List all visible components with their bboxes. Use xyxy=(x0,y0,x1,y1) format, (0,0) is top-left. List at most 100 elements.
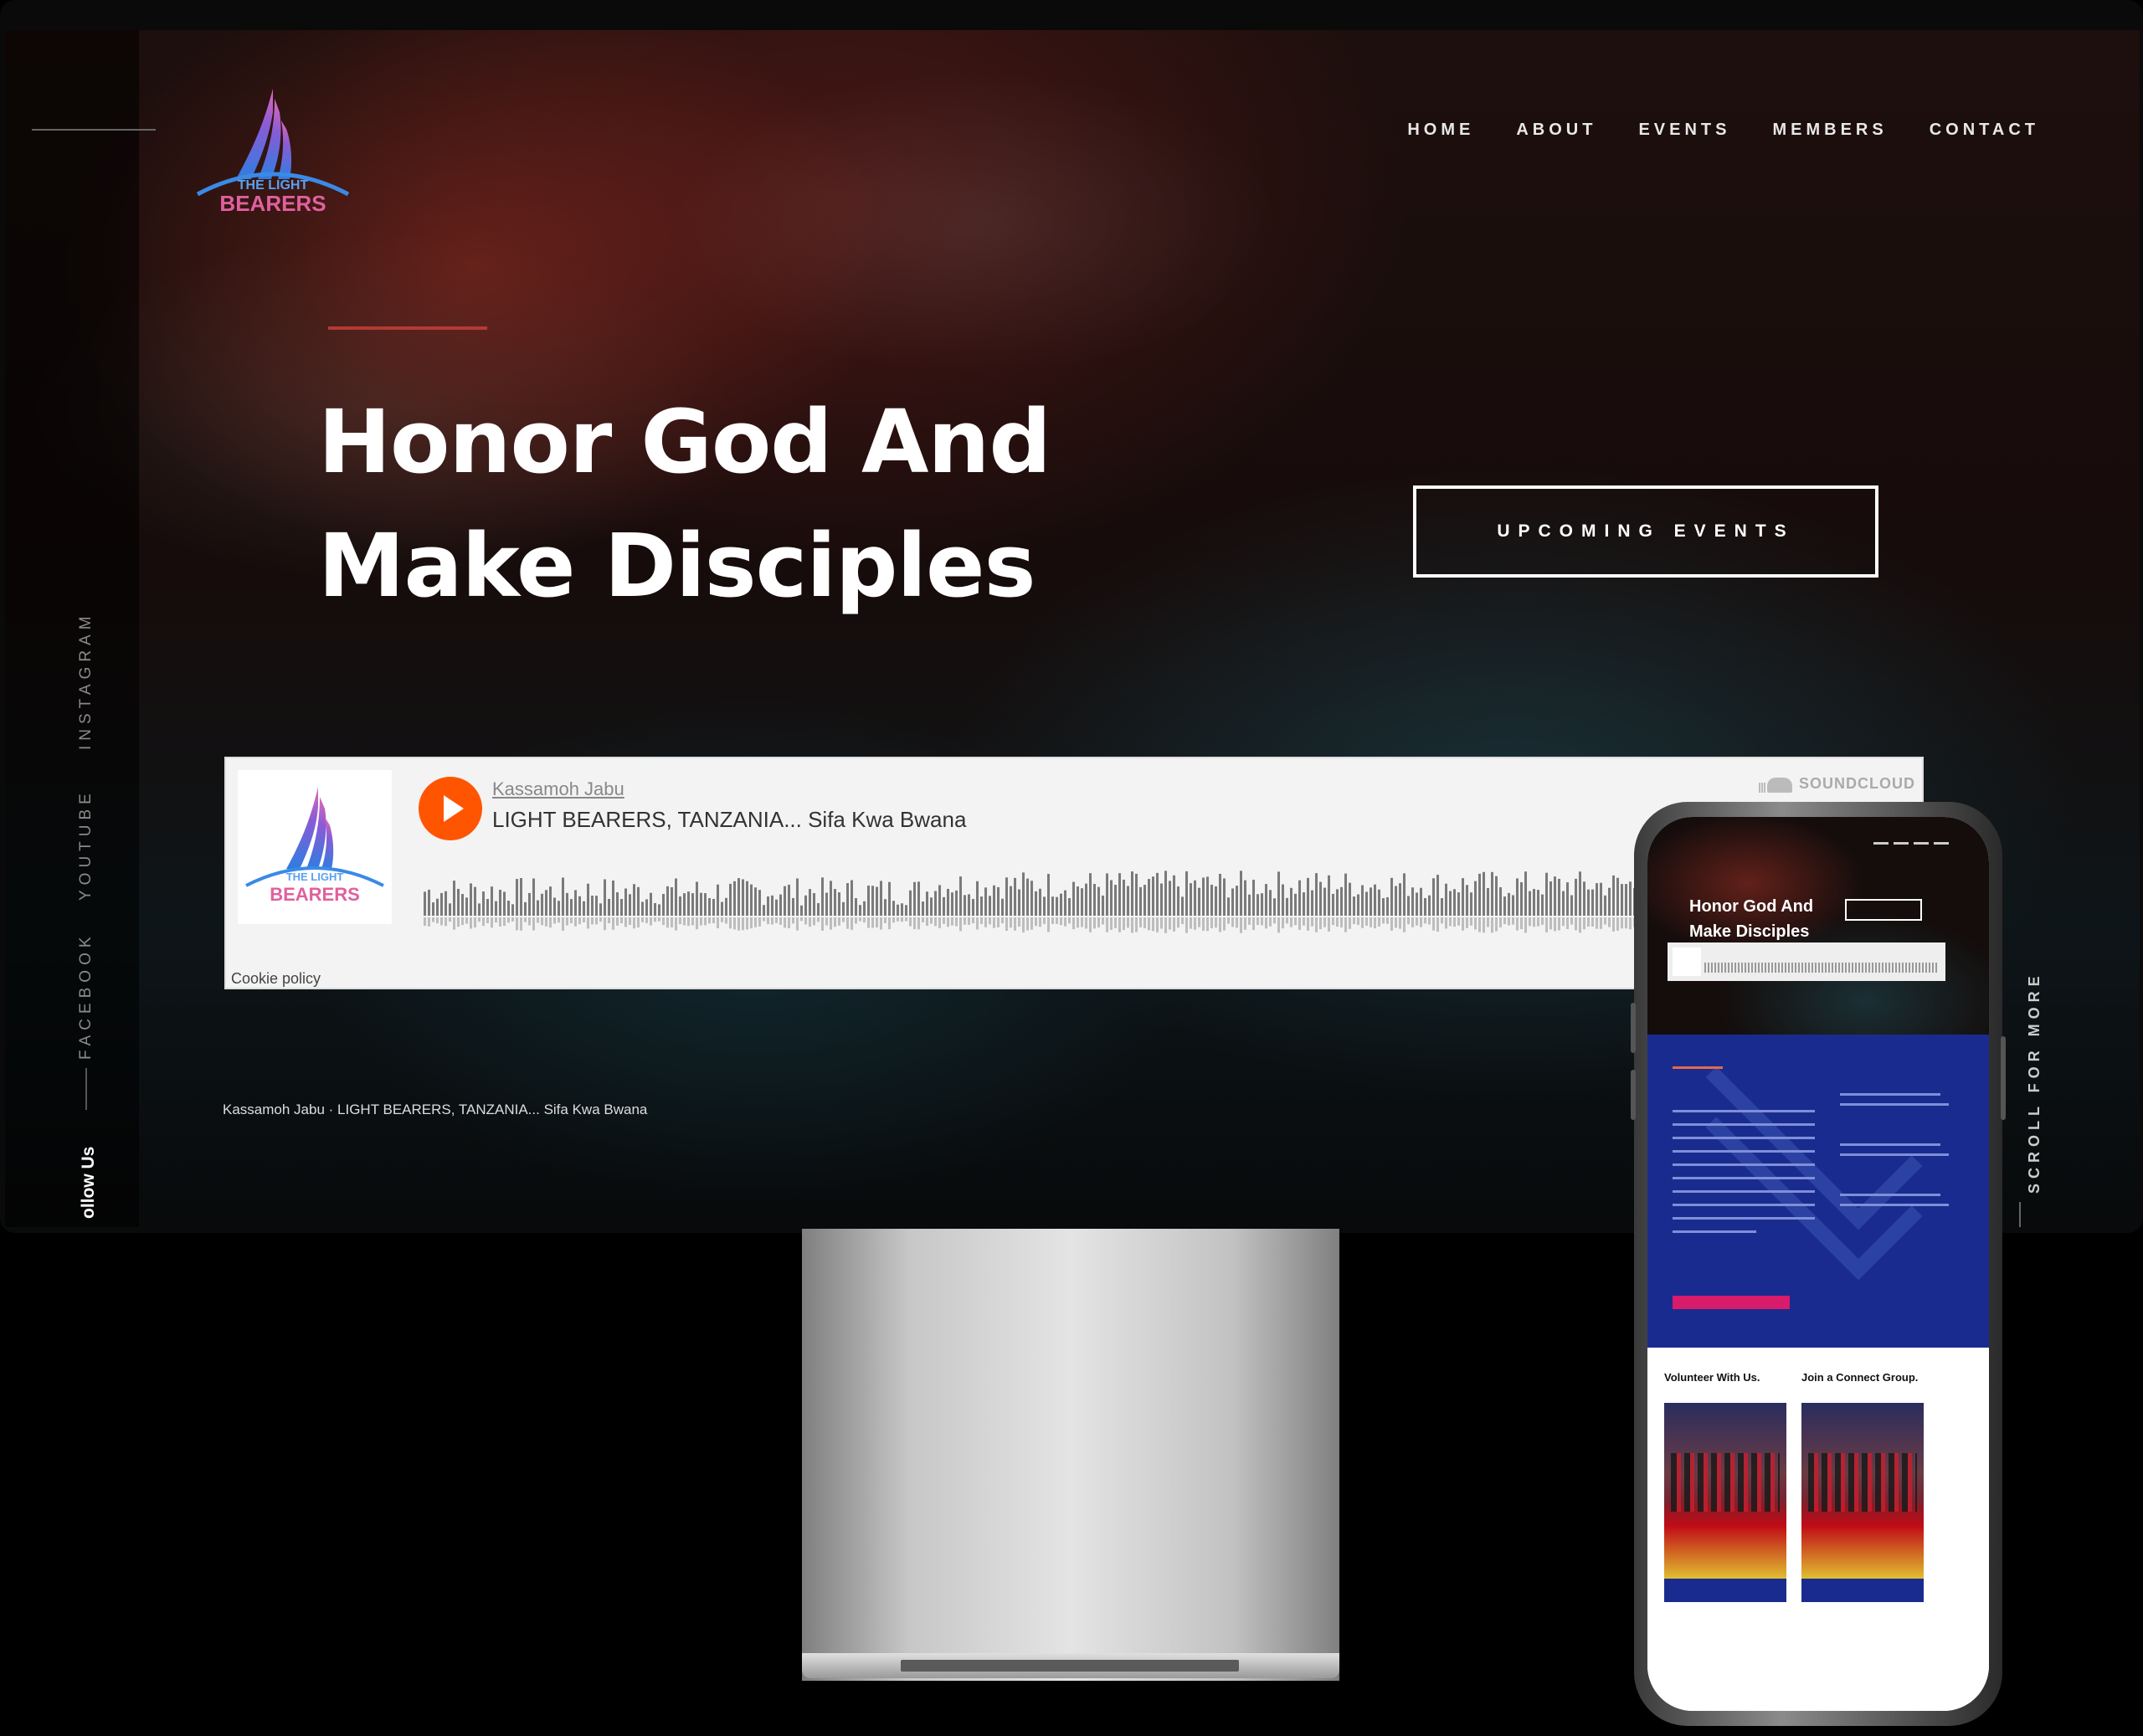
waveform-reflection xyxy=(1549,917,1552,930)
waveform-bar xyxy=(712,898,715,916)
waveform-bar xyxy=(859,905,861,916)
waveform-bar xyxy=(1010,886,1012,916)
play-button[interactable] xyxy=(419,777,482,840)
waveform-reflection xyxy=(1608,917,1611,927)
waveform-reflection xyxy=(1043,917,1046,924)
track-title[interactable]: LIGHT BEARERS, TANZANIA... Sifa Kwa Bwan… xyxy=(492,807,966,833)
waveform-reflection xyxy=(1077,917,1079,928)
waveform-reflection xyxy=(784,917,786,928)
waveform-bar xyxy=(558,901,560,916)
waveform-reflection xyxy=(608,917,610,924)
phone-soundcloud-player[interactable] xyxy=(1668,942,1945,981)
phone-read-more-button[interactable] xyxy=(1673,1296,1790,1309)
social-link-facebook[interactable]: FACEBOOK xyxy=(77,932,95,1060)
waveform-bar xyxy=(1370,887,1372,916)
waveform-reflection xyxy=(1173,917,1175,932)
waveform-reflection xyxy=(754,917,757,927)
phone-card-volunteer[interactable] xyxy=(1664,1403,1786,1602)
nav-about[interactable]: ABOUT xyxy=(1516,121,1596,140)
waveform-reflection xyxy=(938,917,941,928)
waveform-reflection xyxy=(1562,917,1565,927)
waveform-reflection xyxy=(1269,917,1272,927)
waveform-reflection xyxy=(980,917,983,925)
waveform-bar xyxy=(453,881,455,916)
waveform-bar xyxy=(771,895,773,916)
light-bearers-logo[interactable]: THE LIGHT BEARERS xyxy=(181,87,365,221)
nav-contact[interactable]: CONTACT xyxy=(1930,121,2039,140)
track-caption: Kassamoh Jabu · LIGHT BEARERS, TANZANIA.… xyxy=(223,1102,648,1117)
waveform-reflection xyxy=(1215,917,1217,928)
waveform-reflection xyxy=(859,917,861,922)
waveform-bar xyxy=(671,887,673,916)
waveform-bar xyxy=(637,886,640,916)
waveform-reflection xyxy=(499,917,501,927)
waveform-bar xyxy=(892,901,895,916)
waveform-bar xyxy=(1323,887,1326,916)
waveform-bar xyxy=(1181,896,1184,916)
waveform-bar xyxy=(897,904,899,916)
waveform-bar xyxy=(566,892,568,916)
waveform-reflection xyxy=(1370,917,1372,927)
waveform-bar xyxy=(1629,881,1632,916)
waveform-reflection xyxy=(1403,917,1406,932)
nav-members[interactable]: MEMBERS xyxy=(1772,121,1887,140)
soundcloud-brand[interactable]: SOUNDCLOUD xyxy=(1759,775,1915,793)
waveform-reflection xyxy=(1081,917,1083,927)
waveform-reflection xyxy=(1223,917,1226,931)
waveform-reflection xyxy=(1294,917,1297,926)
waveform-reflection xyxy=(800,917,803,922)
waveform-bar xyxy=(1277,871,1280,916)
waveform-reflection xyxy=(641,917,644,922)
nav-home[interactable]: HOME xyxy=(1407,121,1474,140)
waveform-bar xyxy=(1558,878,1560,916)
phone-text-line xyxy=(1673,1150,1815,1153)
waveform-bar xyxy=(867,885,870,916)
waveform-bar xyxy=(851,880,853,916)
waveform-bar xyxy=(1269,890,1272,916)
track-user-link[interactable]: Kassamoh Jabu xyxy=(492,778,624,800)
scroll-for-more[interactable]: SCROLL FOR MORE xyxy=(2026,971,2043,1194)
cookie-policy-link[interactable]: Cookie policy xyxy=(231,970,321,988)
waveform-bar xyxy=(1436,875,1439,916)
waveform-reflection xyxy=(947,917,949,927)
social-link-youtube[interactable]: YOUTUBE xyxy=(77,788,95,901)
waveform-bar xyxy=(825,892,828,916)
waveform-bar xyxy=(520,878,522,916)
waveform-reflection xyxy=(1524,917,1527,933)
waveform-reflection xyxy=(1420,917,1422,927)
upcoming-events-button[interactable]: UPCOMING EVENTS xyxy=(1413,485,1878,578)
waveform-bar xyxy=(1039,888,1041,916)
nav-events[interactable]: EVENTS xyxy=(1638,121,1730,140)
track-artwork[interactable]: THE LIGHT BEARERS xyxy=(238,770,392,924)
waveform-reflection xyxy=(792,917,794,924)
waveform-reflection xyxy=(1282,917,1284,929)
waveform-bar xyxy=(1160,883,1163,916)
waveform-bar xyxy=(976,881,979,916)
waveform-reflection xyxy=(1478,917,1481,932)
waveform-bar xyxy=(629,894,631,916)
waveform-reflection xyxy=(445,917,447,927)
waveform-reflection xyxy=(863,917,866,923)
phone-upcoming-events-button[interactable] xyxy=(1845,899,1922,921)
phone-service-time xyxy=(1840,1103,1949,1106)
waveform-reflection xyxy=(1378,917,1380,927)
phone-nav[interactable] xyxy=(1873,842,1949,845)
waveform-reflection xyxy=(1236,917,1238,928)
waveform-reflection xyxy=(1240,917,1242,933)
waveform-bar xyxy=(1570,895,1573,916)
follow-divider xyxy=(85,1068,87,1110)
waveform-bar xyxy=(784,886,786,916)
waveform-bar xyxy=(930,897,933,916)
waveform-bar xyxy=(1169,881,1171,916)
waveform-reflection xyxy=(1148,917,1150,931)
social-link-instagram[interactable]: INSTAGRAM xyxy=(77,611,95,750)
waveform-bar xyxy=(704,893,707,916)
waveform-bar xyxy=(796,878,799,916)
waveform-reflection xyxy=(867,917,870,928)
waveform-bar xyxy=(1194,880,1196,916)
waveform-reflection xyxy=(1470,917,1472,926)
phone-card-connect[interactable] xyxy=(1801,1403,1924,1602)
waveform-reflection xyxy=(537,917,539,923)
waveform-reflection xyxy=(1604,917,1606,925)
waveform-bar xyxy=(1236,886,1238,916)
